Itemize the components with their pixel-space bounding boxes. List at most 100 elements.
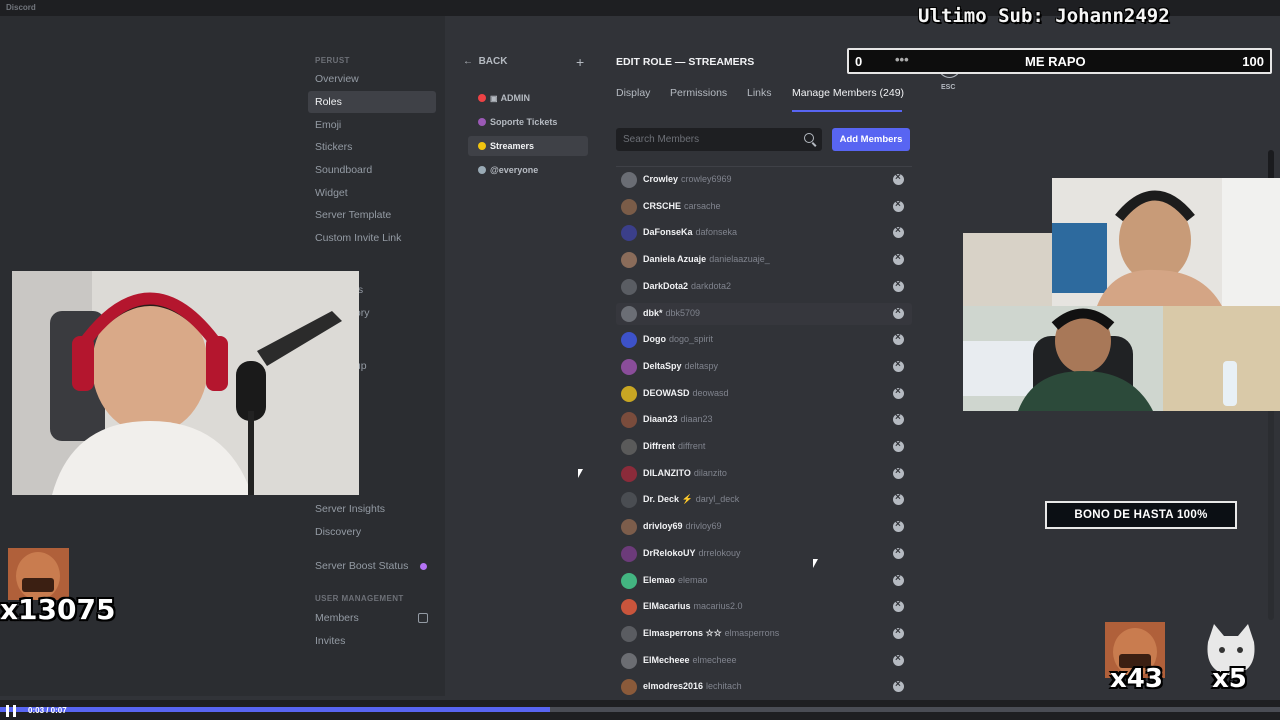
member-name: Dogo dogo_spirit <box>643 334 713 344</box>
sidebar-item-overview[interactable]: Overview <box>308 68 436 90</box>
remove-member-icon[interactable] <box>893 679 904 693</box>
member-row[interactable]: DaFonseKa dafonseka <box>616 222 912 244</box>
last-sub-text: Ultimo Sub: Johann2492 <box>918 5 1170 27</box>
remove-member-icon[interactable] <box>893 573 904 586</box>
remove-member-icon[interactable] <box>893 199 904 212</box>
add-members-button[interactable]: Add Members <box>832 128 910 151</box>
remove-member-icon[interactable] <box>893 279 904 292</box>
remove-member-icon[interactable] <box>893 439 904 452</box>
role-item-streamers[interactable]: Streamers <box>468 136 588 156</box>
remove-member-icon[interactable] <box>893 225 904 239</box>
sidebar-item-custom-invite-link[interactable]: Custom Invite Link <box>308 227 436 249</box>
member-row[interactable]: ElMecheee elmecheee <box>616 650 912 672</box>
scrollbar-thumb[interactable] <box>1268 150 1274 180</box>
avatar <box>621 599 637 616</box>
playback-time: 0:03 / 0:07 <box>28 706 67 715</box>
tab-links[interactable]: Links <box>747 87 772 99</box>
sidebar-item-discovery[interactable]: Discovery <box>308 521 436 543</box>
role-item-everyone[interactable]: @everyone <box>468 160 588 180</box>
member-row[interactable]: Dogo dogo_spirit <box>616 329 912 351</box>
back-button[interactable]: ← BACK <box>463 56 507 67</box>
search-input[interactable] <box>616 128 786 151</box>
avatar <box>621 198 637 215</box>
sidebar-item-server-template[interactable]: Server Template <box>308 204 436 226</box>
role-name: Streamers <box>490 141 535 151</box>
member-username: carsache <box>684 200 721 211</box>
bono-banner: BONO DE HASTA 100% <box>1045 501 1237 529</box>
member-row[interactable]: DILANZITO dilanzito <box>616 463 912 485</box>
remove-member-icon[interactable] <box>893 172 904 185</box>
member-row[interactable]: CRSCHE carsache <box>616 196 912 218</box>
member-row[interactable]: ElMacarius macarius2.0 <box>616 596 912 618</box>
remove-member-icon[interactable] <box>893 252 904 266</box>
member-row[interactable]: Daniela Azuaje danielaazuaje_ <box>616 249 912 271</box>
remove-member-icon[interactable] <box>893 412 904 426</box>
member-display-name: Daniela Azuaje <box>643 254 707 265</box>
remove-member-icon[interactable] <box>893 626 904 639</box>
webcam-right-bottom-image <box>963 306 1280 411</box>
member-row[interactable]: Elmasperrons ☆☆ elmasperrons <box>616 623 912 645</box>
sidebar-item-invites[interactable]: Invites <box>308 630 436 652</box>
remove-member-icon[interactable] <box>893 306 904 319</box>
member-display-name: Diffrent <box>643 441 675 451</box>
sidebar-item-emoji[interactable]: Emoji <box>308 114 436 136</box>
role-name: @everyone <box>490 165 539 175</box>
remove-member-icon[interactable] <box>893 599 904 613</box>
sidebar-item-server-insights[interactable]: Server Insights <box>308 498 436 520</box>
member-row[interactable]: elmodres2016 lechitach <box>616 676 912 698</box>
avatar <box>621 305 637 322</box>
member-row[interactable]: DEOWASD deowasd <box>616 383 912 405</box>
sidebar-item-label: Members <box>315 612 359 624</box>
member-row[interactable]: Crowley crowley6969 <box>616 169 912 191</box>
role-item-soporte-tickets[interactable]: Soporte Tickets <box>468 112 588 132</box>
tab-permissions[interactable]: Permissions <box>670 87 727 99</box>
sidebar-item-roles[interactable]: Roles <box>308 91 436 113</box>
member-username: dilanzito <box>693 467 727 478</box>
goal-end: 100 <box>1242 54 1264 69</box>
member-row[interactable]: DeltaSpy deltaspy <box>616 356 912 378</box>
member-name: elmodres2016 lechitach <box>643 681 742 691</box>
back-label: BACK <box>478 56 508 67</box>
member-display-name: Elemao <box>643 574 676 585</box>
webcam-left <box>12 271 359 495</box>
remove-member-icon[interactable] <box>893 519 904 533</box>
search-icon <box>804 133 814 143</box>
sidebar-item-widget[interactable]: Widget <box>308 182 436 204</box>
pause-icon[interactable] <box>6 705 16 717</box>
remove-member-icon[interactable] <box>893 359 904 372</box>
member-row[interactable]: DrRelokoUY drrelokouy <box>616 543 912 565</box>
search-members <box>616 128 822 151</box>
member-name: Diffrent diffrent <box>643 441 705 451</box>
member-row[interactable]: DarkDota2 darkdota2 <box>616 276 912 298</box>
remove-member-icon[interactable] <box>893 466 904 479</box>
tab-display[interactable]: Display <box>616 87 650 99</box>
member-row[interactable]: drivloy69 drivloy69 <box>616 516 912 538</box>
member-row[interactable]: Diaan23 diaan23 <box>616 409 912 431</box>
remove-member-icon[interactable] <box>893 546 904 559</box>
sidebar-item-members[interactable]: Members <box>308 607 436 629</box>
member-username: danielaazuaje_ <box>709 254 770 265</box>
remove-member-icon[interactable] <box>893 332 904 346</box>
add-role-button[interactable]: + <box>576 54 584 70</box>
role-color-dot <box>478 142 486 150</box>
sidebar-item-server-boost-status[interactable]: Server Boost Status <box>308 555 436 577</box>
goal-dots: ••• <box>895 52 909 67</box>
member-username: daryl_deck <box>695 494 740 505</box>
member-name: DILANZITO dilanzito <box>643 468 727 478</box>
tab-manage-members[interactable]: Manage Members (249) <box>792 87 904 99</box>
remove-member-icon[interactable] <box>893 386 904 399</box>
remove-member-icon[interactable] <box>893 653 904 666</box>
member-row[interactable]: Dr. Deck ⚡ daryl_deck <box>616 489 912 511</box>
sidebar-item-stickers[interactable]: Stickers <box>308 136 436 158</box>
role-item-admin[interactable]: ▣ ADMIN <box>468 88 588 108</box>
member-row[interactable]: Diffrent diffrent <box>616 436 912 458</box>
member-username: lechitach <box>706 681 742 692</box>
sidebar-item-soundboard[interactable]: Soundboard <box>308 159 436 181</box>
member-row[interactable]: dbk* dbk5709 <box>616 302 912 325</box>
remove-member-icon[interactable] <box>893 492 904 506</box>
member-username: drivloy69 <box>685 521 722 532</box>
member-row[interactable]: Elemao elemao <box>616 570 912 592</box>
avatar <box>621 332 637 349</box>
avatar <box>621 358 637 375</box>
avatar <box>621 572 637 589</box>
